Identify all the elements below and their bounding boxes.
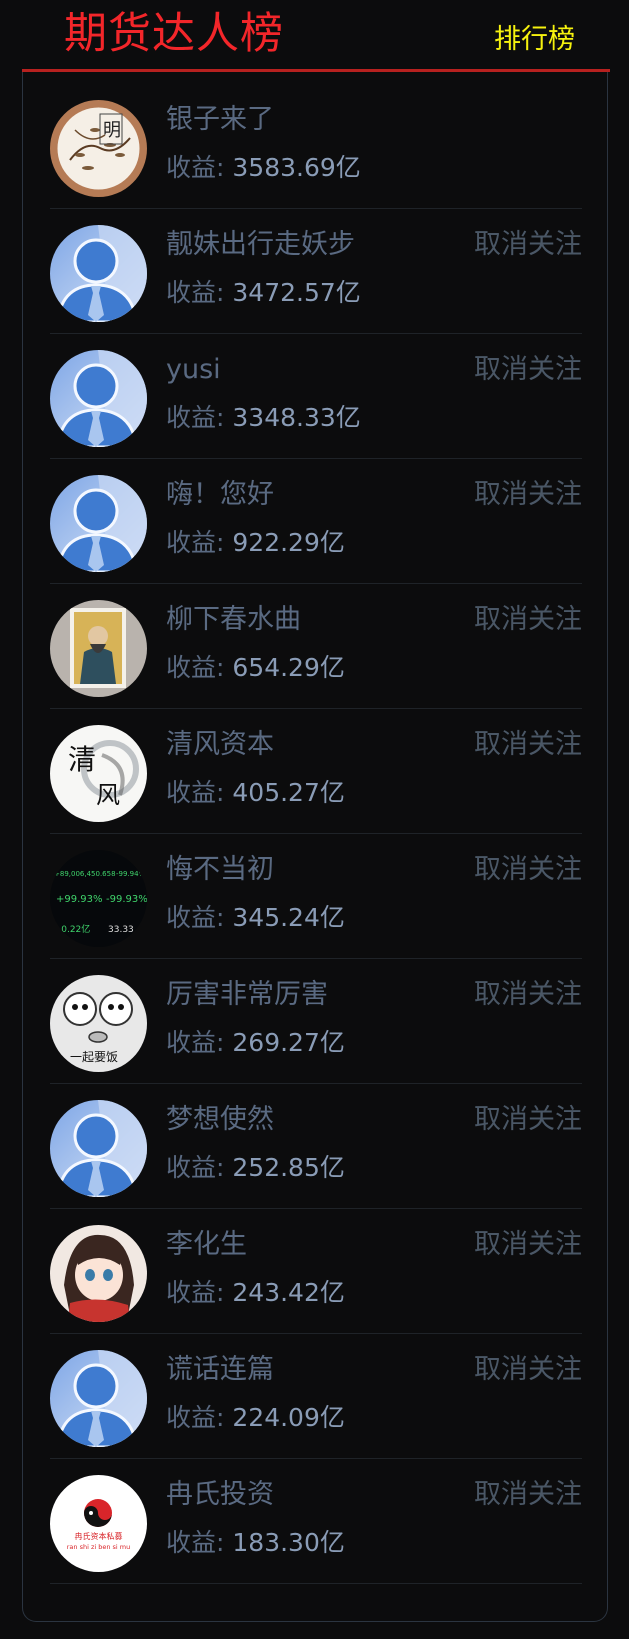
- earnings-line: 收益: 224.09亿: [166, 1400, 345, 1436]
- unfollow-button[interactable]: 取消关注: [474, 477, 582, 513]
- user-name[interactable]: 李化生: [166, 1227, 247, 1263]
- earnings-value: 269.27亿: [232, 1028, 345, 1057]
- user-name[interactable]: 嗨！您好: [166, 477, 274, 513]
- earnings-label: 收益:: [166, 1153, 225, 1182]
- earnings-value: 3583.69亿: [232, 153, 361, 182]
- earnings-label: 收益:: [166, 653, 225, 682]
- earnings-line: 收益: 922.29亿: [166, 525, 345, 561]
- unfollow-button[interactable]: 取消关注: [474, 352, 582, 388]
- user-name[interactable]: 银子来了: [166, 102, 274, 138]
- page-title: 期货达人榜: [64, 9, 284, 59]
- user-row[interactable]: 梦想使然收益: 252.85亿 取消关注: [50, 1084, 582, 1209]
- earnings-label: 收益:: [166, 903, 225, 932]
- user-row[interactable]: 柳下春水曲收益: 654.29亿 取消关注: [50, 584, 582, 709]
- svg-text:+89,006,450.658: +89,006,450.658: [54, 870, 116, 878]
- anime-girl-avatar[interactable]: [50, 1225, 147, 1322]
- earnings-line: 收益: 345.24亿: [166, 900, 345, 936]
- earnings-value: 3348.33亿: [232, 403, 361, 432]
- unfollow-button[interactable]: 取消关注: [474, 1352, 582, 1388]
- default-user-avatar[interactable]: [50, 225, 147, 322]
- user-name[interactable]: 靓妹出行走妖步: [166, 227, 355, 263]
- svg-text:明: 明: [103, 120, 121, 141]
- earnings-label: 收益:: [166, 278, 225, 307]
- earnings-value: 345.24亿: [232, 903, 345, 932]
- user-row[interactable]: 一起要饭 厉害非常厉害 收益: 269.27亿 取消关注: [50, 959, 582, 1084]
- ink-painting-avatar[interactable]: 明: [50, 100, 147, 197]
- earnings-value: 243.42亿: [232, 1278, 345, 1307]
- meme-cartoon-avatar[interactable]: 一起要饭: [50, 975, 147, 1072]
- svg-text:-0.22亿: -0.22亿: [58, 923, 90, 935]
- logo-avatar[interactable]: 冉氏资本私募 ran shi zi ben si mu: [50, 1475, 147, 1572]
- svg-text:风: 风: [96, 781, 120, 809]
- user-list: 明 银子来了 收益: 3583.69亿 靓妹出行走妖步 收益: 3472.57亿 取消…: [50, 84, 582, 1584]
- user-row[interactable]: 靓妹出行走妖步 收益: 3472.57亿 取消关注: [50, 209, 582, 334]
- earnings-label: 收益:: [166, 1028, 225, 1057]
- svg-text:-99.93%: -99.93%: [106, 894, 147, 905]
- unfollow-button[interactable]: 取消关注: [474, 1477, 582, 1513]
- user-row[interactable]: 冉氏资本私募 ran shi zi ben si mu 冉氏投资收益: 183.…: [50, 1459, 582, 1584]
- svg-text:一起要饭: 一起要饭: [70, 1050, 118, 1064]
- earnings-value: 3472.57亿: [232, 278, 361, 307]
- earnings-line: 收益: 3348.33亿: [166, 400, 361, 436]
- top-bar: 期货达人榜 排行榜: [0, 0, 629, 72]
- earnings-value: 183.30亿: [232, 1528, 345, 1557]
- earnings-label: 收益:: [166, 778, 225, 807]
- default-user-avatar[interactable]: [50, 1350, 147, 1447]
- earnings-line: 收益: 654.29亿: [166, 650, 345, 686]
- earnings-label: 收益:: [166, 1403, 225, 1432]
- earnings-line: 收益: 3583.69亿: [166, 150, 361, 186]
- user-name[interactable]: 清风资本: [166, 727, 274, 763]
- user-name[interactable]: 谎话连篇: [166, 1352, 274, 1388]
- calligraphy-avatar[interactable]: 清 风: [50, 725, 147, 822]
- unfollow-button[interactable]: 取消关注: [474, 227, 582, 263]
- earnings-label: 收益:: [166, 403, 225, 432]
- svg-text:清: 清: [68, 743, 96, 776]
- earnings-value: 224.09亿: [232, 1403, 345, 1432]
- svg-text:冉氏资本私募: 冉氏资本私募: [75, 1531, 123, 1541]
- ranking-link[interactable]: 排行榜: [494, 20, 575, 60]
- earnings-label: 收益:: [166, 1528, 225, 1557]
- svg-text:33.33: 33.33: [108, 925, 134, 935]
- user-row[interactable]: 清 风 清风资本收益: 405.27亿 取消关注: [50, 709, 582, 834]
- default-user-avatar[interactable]: [50, 475, 147, 572]
- svg-text:+99.93%: +99.93%: [56, 894, 103, 905]
- user-row[interactable]: 嗨！您好收益: 922.29亿 取消关注: [50, 459, 582, 584]
- user-row[interactable]: +89,006,450.658 -99.94% +99.93% -99.93% …: [50, 834, 582, 959]
- user-name[interactable]: 厉害非常厉害: [166, 977, 328, 1013]
- earnings-label: 收益:: [166, 153, 225, 182]
- earnings-line: 收益: 252.85亿: [166, 1150, 345, 1186]
- earnings-line: 收益: 243.42亿: [166, 1275, 345, 1311]
- earnings-value: 654.29亿: [232, 653, 345, 682]
- earnings-label: 收益:: [166, 528, 225, 557]
- unfollow-button[interactable]: 取消关注: [474, 727, 582, 763]
- earnings-value: 252.85亿: [232, 1153, 345, 1182]
- user-row[interactable]: 谎话连篇收益: 224.09亿 取消关注: [50, 1334, 582, 1459]
- user-name[interactable]: 冉氏投资: [166, 1477, 274, 1513]
- default-user-avatar[interactable]: [50, 1100, 147, 1197]
- user-name[interactable]: 柳下春水曲: [166, 602, 301, 638]
- default-user-avatar[interactable]: [50, 350, 147, 447]
- user-name[interactable]: 梦想使然: [166, 1102, 274, 1138]
- user-row[interactable]: 明 银子来了收益: 3583.69亿: [50, 84, 582, 209]
- user-row[interactable]: 李化生收益: 243.42亿 取消关注: [50, 1209, 582, 1334]
- user-name[interactable]: yusi: [166, 352, 221, 388]
- earnings-line: 收益: 269.27亿: [166, 1025, 345, 1061]
- unfollow-button[interactable]: 取消关注: [474, 977, 582, 1013]
- unfollow-button[interactable]: 取消关注: [474, 602, 582, 638]
- user-row[interactable]: yusi 收益: 3348.33亿 取消关注: [50, 334, 582, 459]
- unfollow-button[interactable]: 取消关注: [474, 1227, 582, 1263]
- unfollow-button[interactable]: 取消关注: [474, 852, 582, 888]
- earnings-line: 收益: 183.30亿: [166, 1525, 345, 1561]
- earnings-line: 收益: 3472.57亿: [166, 275, 361, 311]
- user-name[interactable]: 悔不当初: [166, 852, 274, 888]
- trading-screen-avatar[interactable]: +89,006,450.658 -99.94% +99.93% -99.93% …: [50, 850, 147, 947]
- svg-text:ran shi zi ben si mu: ran shi zi ben si mu: [67, 1543, 131, 1551]
- earnings-label: 收益:: [166, 1278, 225, 1307]
- earnings-line: 收益: 405.27亿: [166, 775, 345, 811]
- earnings-value: 922.29亿: [232, 528, 345, 557]
- unfollow-button[interactable]: 取消关注: [474, 1102, 582, 1138]
- svg-text:-99.94%: -99.94%: [116, 870, 146, 878]
- earnings-value: 405.27亿: [232, 778, 345, 807]
- portrait-painting-avatar[interactable]: [50, 600, 147, 697]
